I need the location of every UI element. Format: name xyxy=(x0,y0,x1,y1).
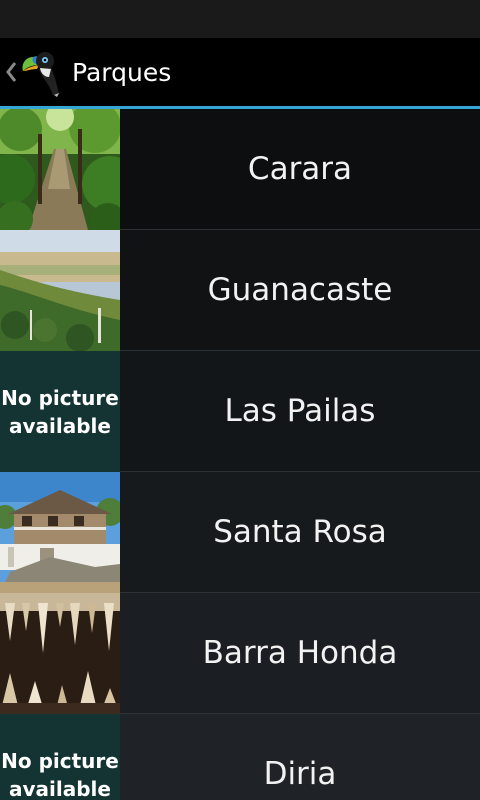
list-item[interactable]: Barra Honda xyxy=(0,593,480,714)
list-item[interactable]: Carara xyxy=(0,109,480,230)
park-name: Santa Rosa xyxy=(120,472,480,593)
list-item[interactable]: Guanacaste xyxy=(0,230,480,351)
cave-stalactites-photo xyxy=(0,593,120,714)
historic-house-photo xyxy=(0,472,120,593)
parks-list[interactable]: Carara Guanacaste No picture available L… xyxy=(0,109,480,800)
no-picture-placeholder: No picture available xyxy=(0,351,120,472)
list-item[interactable]: No picture available Las Pailas xyxy=(0,351,480,472)
park-name: Carara xyxy=(120,109,480,230)
hillside-landscape-photo xyxy=(0,230,120,351)
no-picture-placeholder: No picture available xyxy=(0,714,120,800)
toucan-icon xyxy=(21,47,65,97)
forest-path-photo xyxy=(0,109,120,230)
park-name: Diria xyxy=(120,714,480,800)
park-name: Guanacaste xyxy=(120,230,480,351)
list-item[interactable]: Santa Rosa xyxy=(0,472,480,593)
page-title: Parques xyxy=(72,57,172,87)
up-navigation-button[interactable]: Parques xyxy=(0,38,190,106)
park-name: Las Pailas xyxy=(120,351,480,472)
status-bar xyxy=(0,0,480,38)
chevron-left-icon xyxy=(5,57,19,87)
action-bar: Parques xyxy=(0,38,480,106)
list-item[interactable]: No picture available Diria xyxy=(0,714,480,800)
park-name: Barra Honda xyxy=(120,593,480,714)
